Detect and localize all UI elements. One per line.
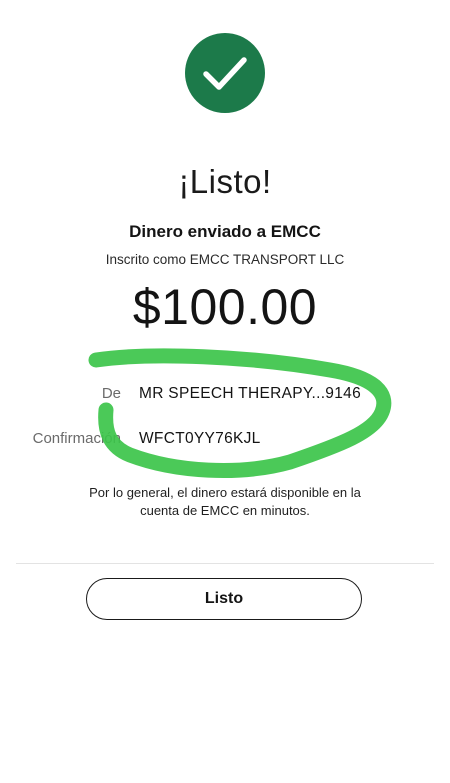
checkmark-icon [203,57,247,90]
page-title: ¡Listo! [178,163,272,200]
availability-note: Por lo general, el dinero estará disponi… [89,485,361,518]
divider [16,563,434,564]
success-checkmark-badge [185,33,265,113]
recipient-enrolled-as: Inscrito como EMCC TRANSPORT LLC [105,252,345,267]
done-button[interactable]: Listo [86,578,362,620]
from-label: De [101,385,121,402]
recipient-headline: Dinero enviado a EMCC [129,222,321,241]
confirmation-label: Confirmación [32,430,121,447]
transfer-amount: $100.00 [132,279,318,335]
from-account-value: MR SPEECH THERAPY...9146 [139,385,361,402]
confirmation-number-value: WFCT0YY76KJL [139,430,261,447]
